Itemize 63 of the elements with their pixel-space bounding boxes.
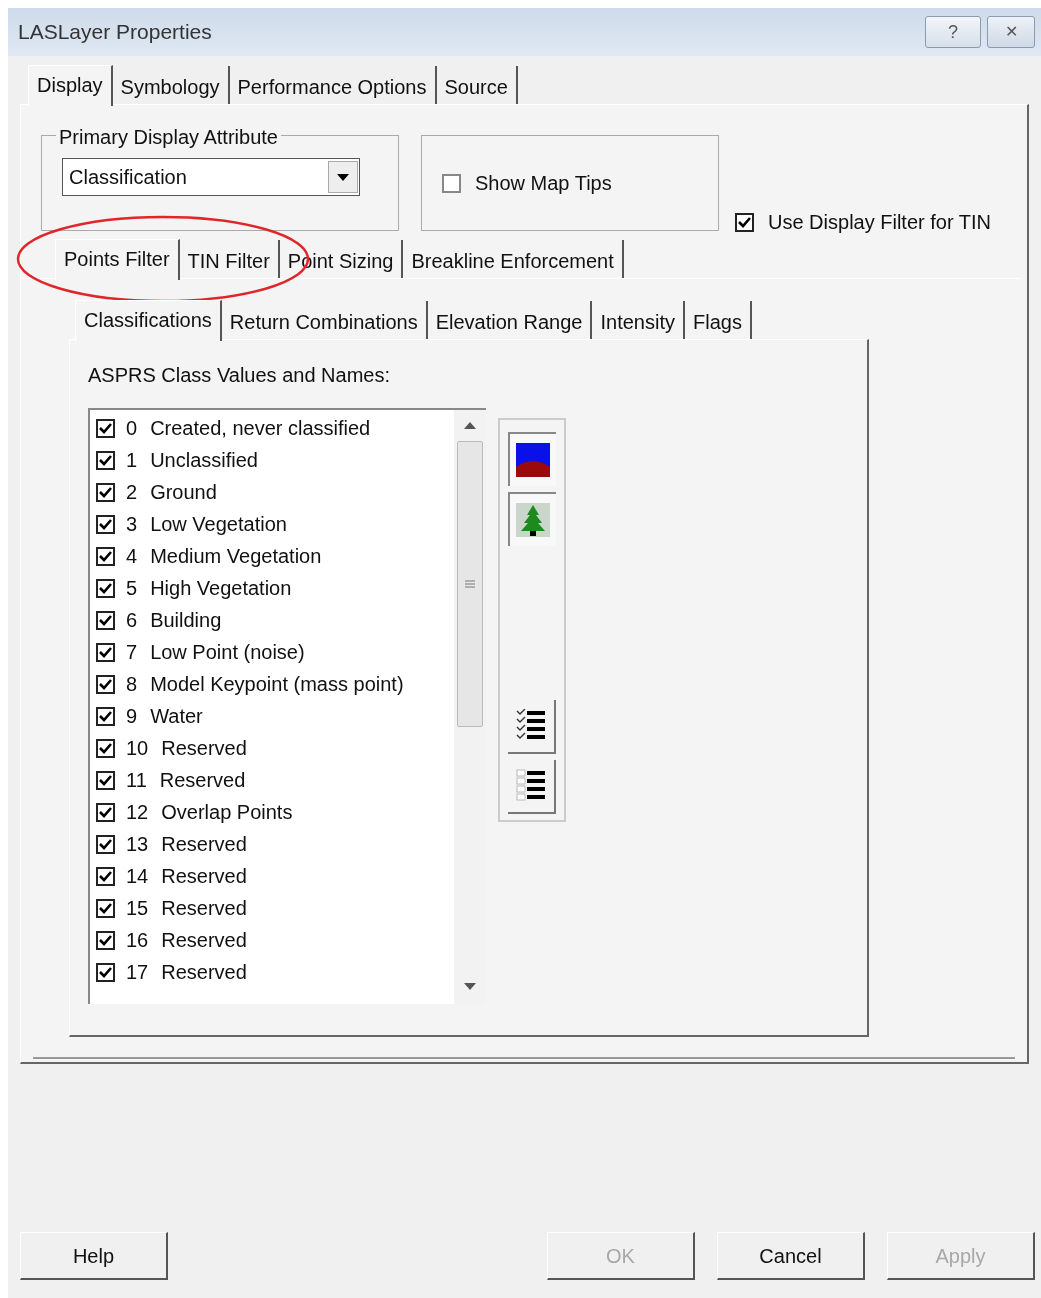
tree-icon bbox=[516, 503, 550, 537]
tab[interactable]: Flags bbox=[684, 301, 752, 339]
checkbox[interactable] bbox=[96, 866, 115, 886]
tab[interactable]: Intensity bbox=[592, 301, 685, 339]
toolbar-button[interactable] bbox=[508, 432, 556, 486]
class-list-item[interactable]: 15 Reserved bbox=[96, 892, 454, 924]
checkbox[interactable] bbox=[735, 212, 754, 232]
class-list-item[interactable]: 10 Reserved bbox=[96, 732, 454, 764]
checkbox[interactable] bbox=[96, 706, 115, 726]
tab[interactable]: Elevation Range bbox=[427, 301, 593, 339]
list-heading: ASPRS Class Values and Names: bbox=[88, 363, 391, 388]
checkbox[interactable] bbox=[96, 770, 115, 790]
checkbox-label: Show Map Tips bbox=[475, 171, 612, 196]
tab[interactable]: Breakline Enforcement bbox=[403, 240, 624, 278]
class-list-item[interactable]: 11 Reserved bbox=[96, 764, 454, 796]
scroll-down-icon[interactable] bbox=[464, 983, 476, 990]
class-list-item[interactable]: 8 Model Keypoint (mass point) bbox=[96, 668, 454, 700]
help-button[interactable]: ? bbox=[925, 16, 981, 48]
checkbox[interactable] bbox=[96, 514, 115, 534]
class-list-item[interactable]: 13 Reserved bbox=[96, 828, 454, 860]
checkbox[interactable] bbox=[96, 578, 115, 598]
tab[interactable]: Display bbox=[28, 65, 113, 106]
checkbox[interactable] bbox=[96, 834, 115, 854]
class-list-item[interactable]: 16 Reserved bbox=[96, 924, 454, 956]
checkbox[interactable] bbox=[96, 450, 115, 470]
checkbox-label: Use Display Filter for TIN bbox=[768, 210, 991, 235]
scroll-up-icon[interactable] bbox=[464, 422, 476, 429]
class-list-item[interactable]: 3 Low Vegetation bbox=[96, 508, 454, 540]
dialog-button[interactable]: Cancel bbox=[717, 1232, 865, 1280]
checkbox[interactable] bbox=[96, 418, 115, 438]
class-list-item[interactable]: 4 Medium Vegetation bbox=[96, 540, 454, 572]
class-list-item[interactable]: 5 High Vegetation bbox=[96, 572, 454, 604]
tab[interactable]: Classifications bbox=[75, 300, 222, 341]
checkbox[interactable] bbox=[442, 173, 461, 193]
dropdown[interactable]: Classification bbox=[62, 158, 360, 196]
class-list-item[interactable]: 12 Overlap Points bbox=[96, 796, 454, 828]
grip-icon bbox=[465, 579, 475, 589]
checkbox[interactable] bbox=[96, 802, 115, 822]
class-list-item[interactable]: 17 Reserved bbox=[96, 956, 454, 988]
checkbox[interactable] bbox=[96, 610, 115, 630]
checkbox[interactable] bbox=[96, 738, 115, 758]
checkbox[interactable] bbox=[96, 898, 115, 918]
dialog-button[interactable]: Help bbox=[20, 1232, 168, 1280]
checkbox[interactable] bbox=[96, 546, 115, 566]
class-list-item[interactable]: 14 Reserved bbox=[96, 860, 454, 892]
checkbox[interactable] bbox=[96, 674, 115, 694]
close-button[interactable]: ✕ bbox=[987, 16, 1035, 48]
checkbox[interactable] bbox=[96, 642, 115, 662]
class-list-item[interactable]: 0 Created, never classified bbox=[96, 412, 454, 444]
list-icon bbox=[515, 769, 547, 803]
class-list-item[interactable]: 7 Low Point (noise) bbox=[96, 636, 454, 668]
checkbox[interactable] bbox=[96, 482, 115, 502]
class-list-item[interactable]: 2 Ground bbox=[96, 476, 454, 508]
class-list-item[interactable]: 6 Building bbox=[96, 604, 454, 636]
class-list-item[interactable]: 1 Unclassified bbox=[96, 444, 454, 476]
tab[interactable]: Return Combinations bbox=[221, 301, 428, 339]
tab[interactable]: TIN Filter bbox=[179, 240, 280, 278]
checkbox[interactable] bbox=[96, 962, 115, 982]
window-title: LASLayer Properties bbox=[18, 19, 213, 46]
terrain-icon bbox=[516, 443, 550, 477]
tab[interactable]: Points Filter bbox=[55, 239, 180, 280]
class-list-item[interactable]: 9 Water bbox=[96, 700, 454, 732]
checkbox[interactable] bbox=[96, 930, 115, 950]
